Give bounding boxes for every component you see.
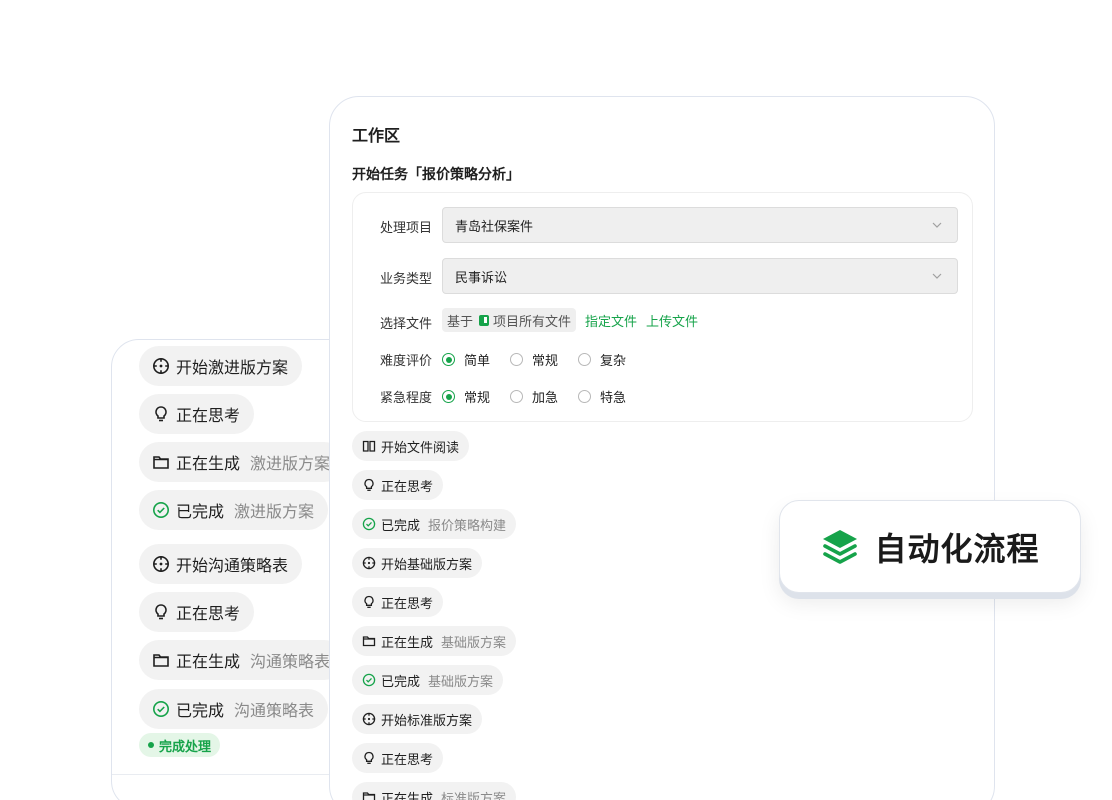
- badge-label: 自动化流程: [874, 529, 1040, 568]
- difficulty-label: 难度评价: [380, 354, 433, 369]
- bulb-icon: [152, 405, 170, 423]
- chevron-down-icon: [931, 219, 943, 231]
- status-badge: 完成处理: [139, 733, 221, 757]
- task-title: 开始任务「报价策略分析」: [352, 167, 520, 183]
- list-item: 正在思考: [352, 587, 444, 617]
- list-item: 正在生成 沟通策略表: [139, 640, 345, 680]
- list-item: 开始基础版方案: [352, 548, 483, 578]
- file-icon: [479, 314, 490, 326]
- list-item: 正在思考: [139, 394, 255, 434]
- bulb-icon: [362, 751, 376, 765]
- difficulty-option[interactable]: 常规: [510, 350, 558, 369]
- folder-icon: [152, 453, 170, 471]
- difficulty-option[interactable]: 简单: [442, 350, 490, 369]
- urgency-option[interactable]: 常规: [442, 387, 490, 406]
- difficulty-radio-group: 简单 常规 复杂: [442, 350, 646, 369]
- radio-icon[interactable]: [510, 390, 524, 403]
- radio-checked-icon[interactable]: [442, 390, 455, 403]
- workspace-panel: 工作区 开始任务「报价策略分析」 处理项目 青岛社保案件 业务类型 民事诉讼 选…: [329, 96, 995, 800]
- file-label: 选择文件: [380, 317, 433, 332]
- layers-icon: [820, 527, 860, 567]
- list-item: 开始沟通策略表: [139, 544, 303, 584]
- specify-file-link[interactable]: 指定文件: [585, 311, 637, 330]
- type-select[interactable]: 民事诉讼: [442, 258, 958, 294]
- compass-icon: [152, 555, 170, 573]
- automation-badge: 自动化流程: [779, 500, 1081, 593]
- type-label: 业务类型: [380, 272, 433, 287]
- project-select[interactable]: 青岛社保案件: [442, 207, 958, 243]
- task-form: 处理项目 青岛社保案件 业务类型 民事诉讼 选择文件 基于 项目所有文件 指定文…: [352, 192, 973, 422]
- radio-icon[interactable]: [578, 390, 592, 403]
- list-item: 开始标准版方案: [352, 704, 483, 734]
- list-item: 正在生成 基础版方案: [352, 626, 517, 656]
- compass-icon: [362, 712, 376, 726]
- compass-icon: [362, 556, 376, 570]
- list-item: 正在思考: [139, 592, 255, 632]
- folder-icon: [152, 651, 170, 669]
- bulb-icon: [362, 595, 376, 609]
- page-title: 工作区: [352, 126, 401, 145]
- list-item: 已完成 报价策略构建: [352, 509, 517, 539]
- file-selector: 基于 项目所有文件 指定文件 上传文件: [442, 308, 698, 332]
- upload-file-link[interactable]: 上传文件: [646, 311, 698, 330]
- status-dot: [148, 742, 154, 748]
- list-item: 正在生成 标准版方案: [352, 782, 517, 800]
- chevron-down-icon: [931, 270, 943, 282]
- file-tag[interactable]: 基于 项目所有文件: [442, 308, 577, 332]
- urgency-radio-group: 常规 加急 特急: [442, 387, 646, 406]
- urgency-option[interactable]: 加急: [510, 387, 558, 406]
- check-circle-icon: [152, 700, 170, 718]
- check-circle-icon: [362, 517, 376, 531]
- project-label: 处理项目: [380, 221, 433, 236]
- urgency-option[interactable]: 特急: [578, 387, 626, 406]
- bulb-icon: [362, 478, 376, 492]
- bulb-icon: [152, 603, 170, 621]
- urgency-label: 紧急程度: [380, 391, 433, 406]
- list-item: 已完成 沟通策略表: [139, 689, 329, 729]
- radio-checked-icon[interactable]: [442, 353, 455, 366]
- list-item: 正在思考: [352, 743, 444, 773]
- list-item: 正在思考: [352, 470, 444, 500]
- check-circle-icon: [362, 673, 376, 687]
- difficulty-option[interactable]: 复杂: [578, 350, 626, 369]
- compass-icon: [152, 357, 170, 375]
- radio-icon[interactable]: [510, 353, 524, 366]
- list-item: 已完成 基础版方案: [352, 665, 504, 695]
- radio-icon[interactable]: [578, 353, 592, 366]
- book-icon: [362, 439, 376, 453]
- check-circle-icon: [152, 501, 170, 519]
- list-item: 正在生成 激进版方案: [139, 442, 345, 482]
- folder-icon: [362, 634, 376, 648]
- list-item: 开始文件阅读: [352, 431, 470, 461]
- folder-icon: [362, 790, 376, 800]
- list-item: 已完成 激进版方案: [139, 490, 329, 530]
- list-item: 开始激进版方案: [139, 346, 303, 386]
